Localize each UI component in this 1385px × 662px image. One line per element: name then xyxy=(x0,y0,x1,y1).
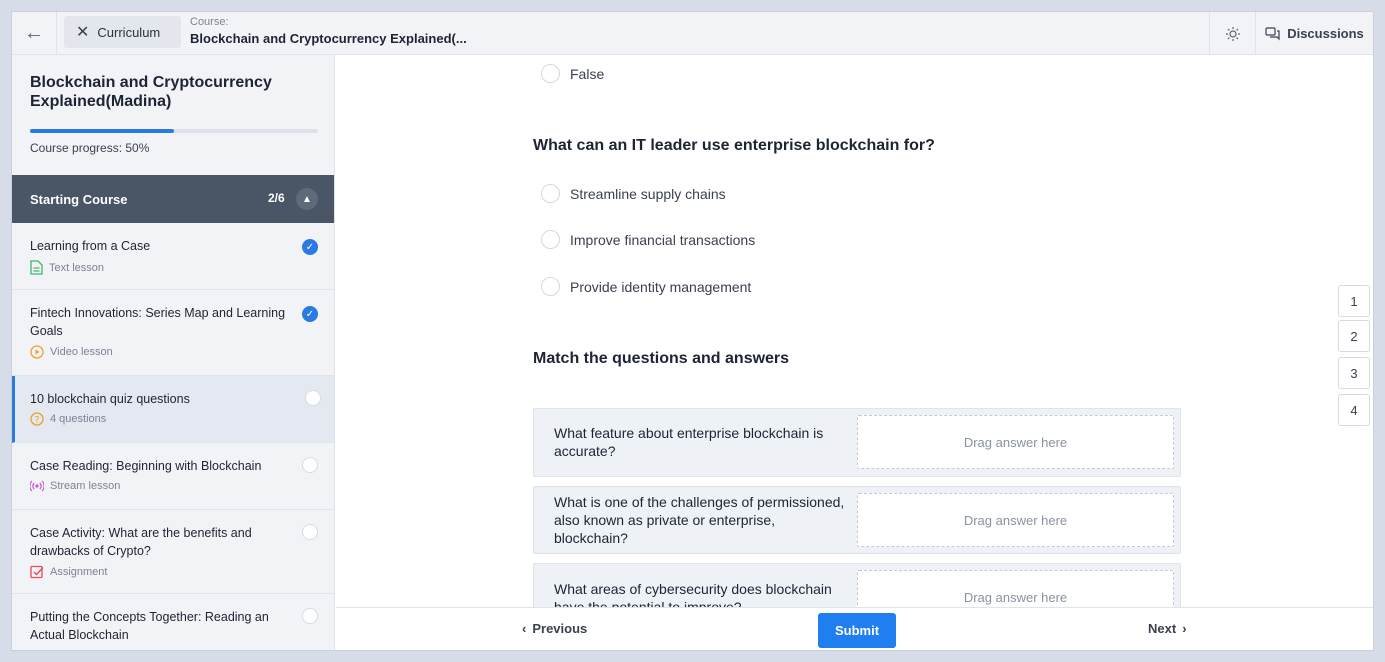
course-progress-fill xyxy=(30,129,174,133)
curriculum-button[interactable]: ✕ Curriculum xyxy=(64,16,181,48)
lesson-title: 10 blockchain quiz questions xyxy=(30,392,190,406)
theme-toggle-button[interactable] xyxy=(1209,12,1255,55)
lesson-title: Putting the Concepts Together: Reading a… xyxy=(30,610,269,642)
lesson-type: Video lesson xyxy=(30,345,113,359)
course-progress-bar xyxy=(30,129,318,133)
sidebar-item-case-reading[interactable]: Case Reading: Beginning with Blockchain … xyxy=(12,443,334,510)
arrow-left-icon: ← xyxy=(24,22,44,44)
answer-option-false[interactable]: False xyxy=(541,64,604,83)
radio-button[interactable] xyxy=(541,277,560,296)
course-label: Course: xyxy=(190,16,229,28)
sidebar-item-putting-concepts-together[interactable]: Putting the Concepts Together: Reading a… xyxy=(12,594,334,650)
completed-check-icon: ✓ xyxy=(302,306,318,322)
option-label: Provide identity management xyxy=(570,278,752,295)
play-icon xyxy=(30,345,44,359)
chevron-up-icon[interactable]: ▲ xyxy=(296,188,318,210)
back-button[interactable]: ← xyxy=(12,12,57,55)
svg-text:?: ? xyxy=(35,416,40,426)
question-nav-4[interactable]: 4 xyxy=(1338,394,1370,426)
radio-button[interactable] xyxy=(541,64,560,83)
lesson-type: Stream lesson xyxy=(30,480,120,492)
match-row: What areas of cybersecurity does blockch… xyxy=(533,563,1181,607)
match-row: What is one of the challenges of permiss… xyxy=(533,486,1181,554)
option-label: Streamline supply chains xyxy=(570,185,726,202)
close-icon: ✕ xyxy=(76,24,90,41)
option-label: False xyxy=(570,65,605,82)
chevron-left-icon: ‹ xyxy=(522,621,527,636)
lesson-type: Text lesson xyxy=(30,260,104,275)
match-question: What is one of the challenges of permiss… xyxy=(554,494,845,546)
lesson-type-label: Text lesson xyxy=(49,261,105,274)
lesson-title: Learning from a Case xyxy=(30,239,151,253)
question-nav-3[interactable]: 3 xyxy=(1338,357,1370,389)
discussions-label: Discussions xyxy=(1287,26,1364,41)
question-nav-2[interactable]: 2 xyxy=(1338,320,1370,352)
stream-icon xyxy=(30,480,44,492)
submit-button[interactable]: Submit xyxy=(818,613,896,648)
lesson-title: Case Activity: What are the benefits and… xyxy=(30,526,252,558)
answer-option-streamline-supply-chains[interactable]: Streamline supply chains xyxy=(541,184,726,203)
course-title: Blockchain and Cryptocurrency Explained(… xyxy=(190,31,467,46)
lesson-title: Case Reading: Beginning with Blockchain xyxy=(30,459,262,473)
answer-option-provide-identity-management[interactable]: Provide identity management xyxy=(541,277,751,296)
top-bar: ← ✕ Curriculum Course: Blockchain and Cr… xyxy=(12,12,1373,55)
document-icon xyxy=(30,260,43,275)
curriculum-label: Curriculum xyxy=(97,24,161,40)
lesson-type: Assignment xyxy=(30,565,107,579)
question-title: What can an IT leader use enterprise blo… xyxy=(533,137,935,154)
sidebar-course-title: Blockchain and Cryptocurrency Explained(… xyxy=(30,74,272,110)
section-count: 2/6 xyxy=(268,191,285,205)
match-row: What feature about enterprise blockchain… xyxy=(533,408,1181,477)
sidebar-item-blockchain-quiz[interactable]: 10 blockchain quiz questions ? 4 questio… xyxy=(12,376,334,443)
sidebar-item-case-activity[interactable]: Case Activity: What are the benefits and… xyxy=(12,510,334,594)
radio-button[interactable] xyxy=(541,230,560,249)
sidebar-item-fintech-innovations[interactable]: Fintech Innovations: Series Map and Lear… xyxy=(12,290,334,376)
answer-dropzone[interactable]: Drag answer here xyxy=(857,415,1174,469)
lesson-type-label: Assignment xyxy=(50,566,108,578)
lesson-type-label: Stream lesson xyxy=(50,480,121,492)
question-icon: ? xyxy=(30,412,44,426)
lesson-type: ? 4 questions xyxy=(30,412,106,426)
next-label: Next xyxy=(1148,621,1177,636)
curriculum-sidebar: Blockchain and Cryptocurrency Explained(… xyxy=(12,55,335,650)
quiz-footer: ‹ Previous Submit Next › xyxy=(336,607,1373,650)
radio-button[interactable] xyxy=(541,184,560,203)
section-header-starting-course[interactable]: Starting Course 2/6 ▲ xyxy=(12,175,334,223)
app-window: ← ✕ Curriculum Course: Blockchain and Cr… xyxy=(12,12,1373,650)
discussions-button[interactable]: Discussions xyxy=(1255,12,1373,55)
assignment-icon xyxy=(30,565,44,579)
chevron-right-icon: › xyxy=(1182,621,1187,636)
course-progress-text: Course progress: 50% xyxy=(30,141,150,155)
chat-icon xyxy=(1265,26,1280,40)
answer-dropzone[interactable]: Drag answer here xyxy=(857,493,1174,547)
match-question: What areas of cybersecurity does blockch… xyxy=(554,581,832,607)
completed-check-icon: ✓ xyxy=(302,239,318,255)
lesson-title: Fintech Innovations: Series Map and Lear… xyxy=(30,306,286,338)
incomplete-circle-icon xyxy=(302,457,318,473)
course-meta: Course: Blockchain and Cryptocurrency Ex… xyxy=(190,16,467,46)
question-nav-1[interactable]: 1 xyxy=(1338,285,1370,317)
option-label: Improve financial transactions xyxy=(570,231,756,248)
lesson-type-label: Video lesson xyxy=(50,346,113,358)
section-title: Starting Course xyxy=(30,191,128,207)
incomplete-circle-icon xyxy=(302,524,318,540)
incomplete-circle-icon xyxy=(302,608,318,624)
answer-option-improve-financial-transactions[interactable]: Improve financial transactions xyxy=(541,230,755,249)
answer-dropzone[interactable]: Drag answer here xyxy=(857,570,1174,607)
previous-label: Previous xyxy=(532,621,588,636)
previous-button[interactable]: ‹ Previous xyxy=(522,621,587,636)
next-button[interactable]: Next › xyxy=(1148,621,1187,636)
incomplete-circle-icon xyxy=(305,390,321,406)
sun-icon xyxy=(1225,26,1240,41)
quiz-content: False What can an IT leader use enterpri… xyxy=(336,55,1373,607)
question-title: Match the questions and answers xyxy=(533,350,790,367)
sidebar-item-learning-from-a-case[interactable]: Learning from a Case Text lesson ✓ xyxy=(12,223,334,290)
match-question: What feature about enterprise blockchain… xyxy=(554,425,824,459)
lesson-type-label: 4 questions xyxy=(50,413,107,425)
